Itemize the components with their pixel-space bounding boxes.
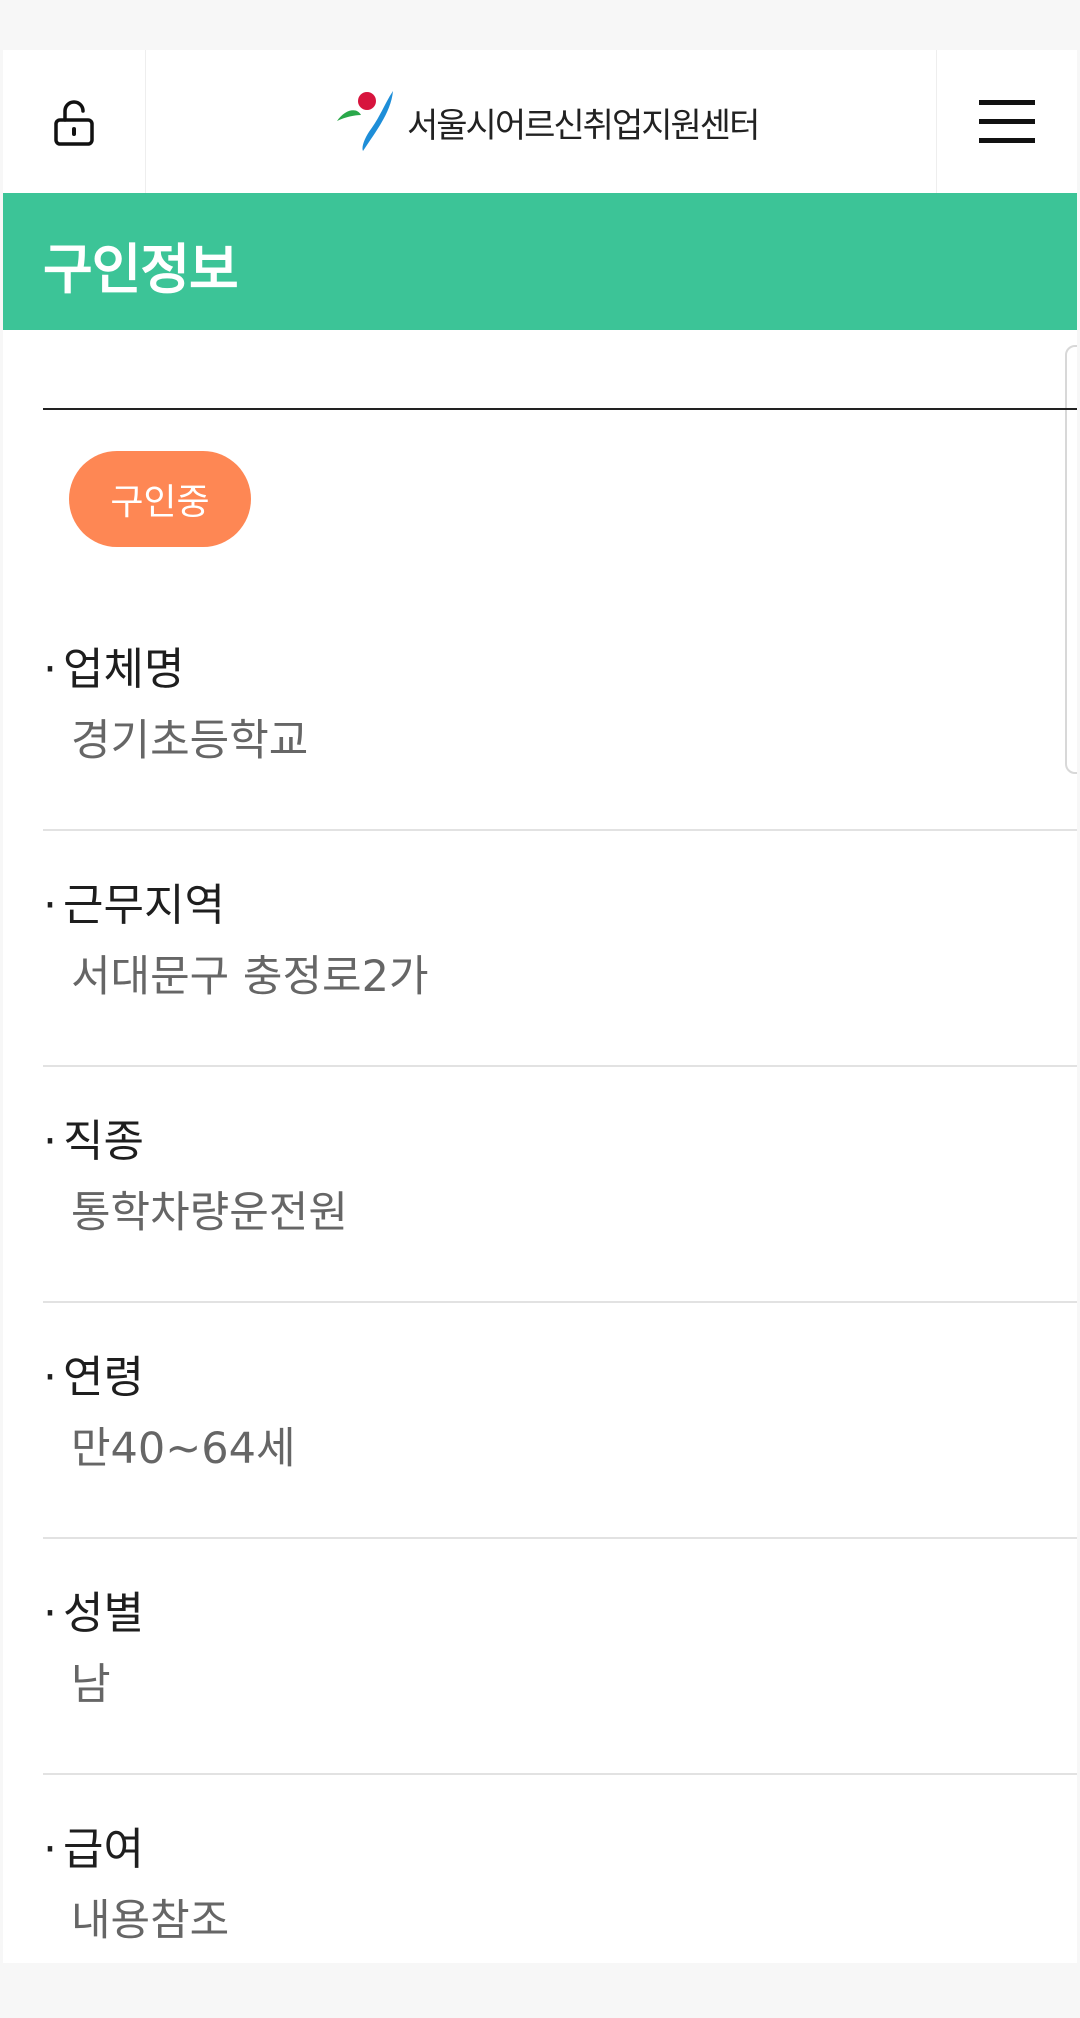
field-age: · 연령 만40~64세: [43, 1303, 1077, 1539]
field-salary: · 급여 내용참조: [43, 1775, 1077, 1963]
field-label: 성별: [63, 1588, 144, 1639]
job-detail-page: 서울시어르신취업지원센터 구인정보 구인중 · 업체명 경기초등학교 · 근무지역 …: [3, 50, 1077, 1963]
seoul-senior-employment-center-logo[interactable]: 서울시어르신취업지원센터: [333, 84, 760, 160]
field-job-type: · 직종 통학차량운전원: [43, 1067, 1077, 1303]
page-title: 구인정보: [43, 238, 239, 301]
field-value: 내용참조: [71, 1896, 230, 1946]
field-label: 연령: [63, 1352, 144, 1403]
field-gender: · 성별 남: [43, 1539, 1077, 1775]
field-value: 경기초등학교: [71, 716, 309, 766]
field-value: 통학차량운전원: [71, 1188, 348, 1238]
hamburger-menu-icon: [979, 99, 1035, 143]
bullet: ·: [43, 644, 57, 695]
logo-text: 서울시어르신취업지원센터: [407, 105, 760, 146]
lock-open-icon: [54, 99, 94, 146]
menu-button[interactable]: [936, 50, 1077, 193]
field-company-name: · 업체명 경기초등학교: [43, 595, 1077, 831]
bullet: ·: [43, 1116, 57, 1167]
field-label: 근무지역: [63, 880, 225, 931]
status-badge: 구인중: [69, 451, 251, 547]
bullet: ·: [43, 1824, 57, 1875]
bullet: ·: [43, 1352, 57, 1403]
section-divider: [43, 408, 1077, 410]
field-value: 만40~64세: [71, 1424, 296, 1474]
top-bar: 서울시어르신취업지원센터: [3, 50, 1077, 193]
field-work-area: · 근무지역 서대문구 충정로2가: [43, 831, 1077, 1067]
page-banner: 구인정보: [3, 193, 1077, 330]
bullet: ·: [43, 880, 57, 931]
login-button[interactable]: [3, 50, 146, 193]
field-label: 직종: [63, 1116, 144, 1167]
field-value: 남: [71, 1660, 111, 1710]
bullet: ·: [43, 1588, 57, 1639]
field-value: 서대문구 충정로2가: [71, 952, 429, 1002]
seoul-logo-icon: [337, 91, 393, 151]
field-label: 업체명: [63, 644, 185, 695]
field-label: 급여: [63, 1824, 144, 1875]
